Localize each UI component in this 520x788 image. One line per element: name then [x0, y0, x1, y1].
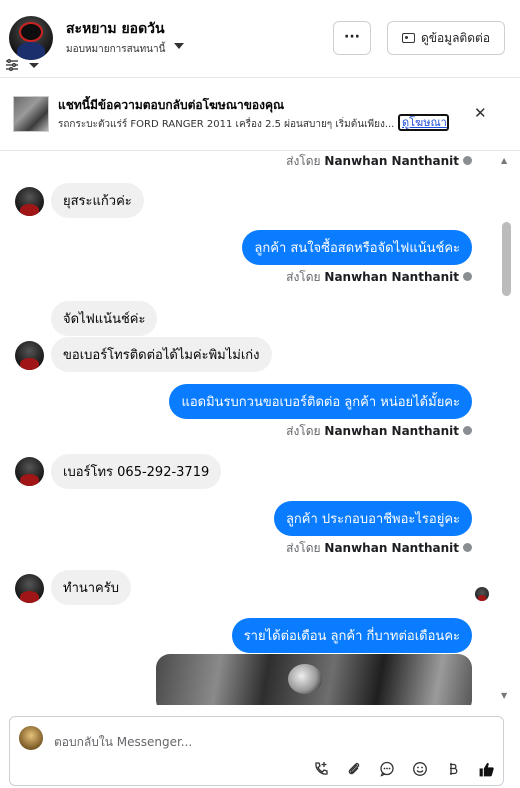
info-icon[interactable] [463, 543, 472, 552]
info-icon[interactable] [463, 426, 472, 435]
sent-by-label: ส่งโดย Nanwhan Nanthanit [286, 422, 472, 441]
contact-avatar-small [15, 187, 44, 216]
incoming-message: เบอร์โทร 065-292-3719 [51, 454, 222, 489]
view-ad-link[interactable]: ดูโฆษณา [398, 114, 449, 131]
ad-banner-description: รถกระบะตัวแร่ร์ FORD RANGER 2011 เครื่อง… [58, 119, 395, 130]
reply-composer: ตอบกลับใน Messenger... [9, 716, 504, 786]
close-banner-icon[interactable]: ✕ [474, 104, 487, 122]
ad-thumbnail [13, 96, 49, 132]
assign-conversation-label[interactable]: มอบหมายการสนทนานี้ [66, 42, 165, 57]
saved-reply-icon[interactable] [377, 759, 397, 779]
emoji-icon[interactable] [410, 759, 430, 779]
incoming-message: จัดไฟแน้นช์ค่ะ [51, 301, 158, 336]
info-icon[interactable] [463, 156, 472, 165]
contact-avatar[interactable] [9, 16, 53, 60]
outgoing-message: รายได้ต่อเดือน ลูกค้า กี่บาทต่อเดือนคะ [231, 618, 472, 653]
incoming-message: ขอเบอร์โทรติดต่อได้ไมค่ะพิมไม่เก่ง [51, 337, 272, 372]
page-avatar [19, 726, 43, 750]
ad-reply-banner: แชทนี้มีข้อความตอบกลับต่อโฆษณาของคุณ รถก… [0, 79, 520, 151]
seen-indicator-avatar [475, 587, 489, 601]
sent-by-label: ส่งโดย Nanwhan Nanthanit [286, 539, 472, 558]
outgoing-message: ลูกค้า สนใจซื้อสดหรือจัดไฟแน้นช์คะ [242, 230, 472, 265]
composer-toolbar [311, 759, 496, 779]
incoming-message: ยุสระแก้วค่ะ [51, 183, 144, 218]
outgoing-photo[interactable] [156, 654, 472, 705]
assign-caret-icon[interactable] [173, 40, 185, 53]
view-contact-button[interactable]: ดูข้อมูลติดต่อ [387, 21, 505, 55]
conversation-header: สะหยาม ยอดวัน มอบหมายการสนทนานี้ ··· ดูข… [0, 0, 520, 78]
incoming-message: ทำนาครับ [51, 570, 131, 605]
thumbs-up-icon[interactable] [476, 759, 496, 779]
scroll-down-arrow[interactable]: ▼ [501, 691, 507, 700]
outgoing-message: แอดมินรบกวนขอเบอร์ติดต่อ ลูกค้า หน่อยได้… [169, 384, 472, 419]
contact-avatar-small [15, 574, 44, 603]
call-icon[interactable] [311, 759, 331, 779]
payment-baht-icon[interactable] [443, 759, 463, 779]
sent-by-label: ส่งโดย Nanwhan Nanthanit [286, 268, 472, 287]
filter-icon[interactable] [5, 58, 41, 76]
ad-banner-title: แชทนี้มีข้อความตอบกลับต่อโฆษณาของคุณ [58, 98, 285, 112]
scrollbar-thumb[interactable] [502, 222, 511, 296]
contact-avatar-small [15, 457, 44, 486]
view-contact-label: ดูข้อมูลติดต่อ [420, 30, 491, 45]
contact-avatar-small [15, 341, 44, 370]
scroll-up-arrow[interactable]: ▲ [501, 156, 507, 165]
reply-input[interactable]: ตอบกลับใน Messenger... [54, 733, 192, 752]
outgoing-message: ลูกค้า ประกอบอาชีพอะไรอยู่คะ [273, 501, 472, 536]
info-icon[interactable] [463, 272, 472, 281]
message-thread: ▲ ▼ ส่งโดย Nanwhan Nanthanit ยุสระแก้วค่… [0, 152, 520, 705]
attachment-icon[interactable] [344, 759, 364, 779]
inbox-conversation: สะหยาม ยอดวัน มอบหมายการสนทนานี้ ··· ดูข… [0, 0, 520, 788]
contact-card-icon [401, 33, 415, 43]
more-options-button[interactable]: ··· [333, 21, 371, 55]
sent-by-label: ส่งโดย Nanwhan Nanthanit [286, 152, 472, 171]
contact-name: สะหยาม ยอดวัน [66, 21, 165, 37]
